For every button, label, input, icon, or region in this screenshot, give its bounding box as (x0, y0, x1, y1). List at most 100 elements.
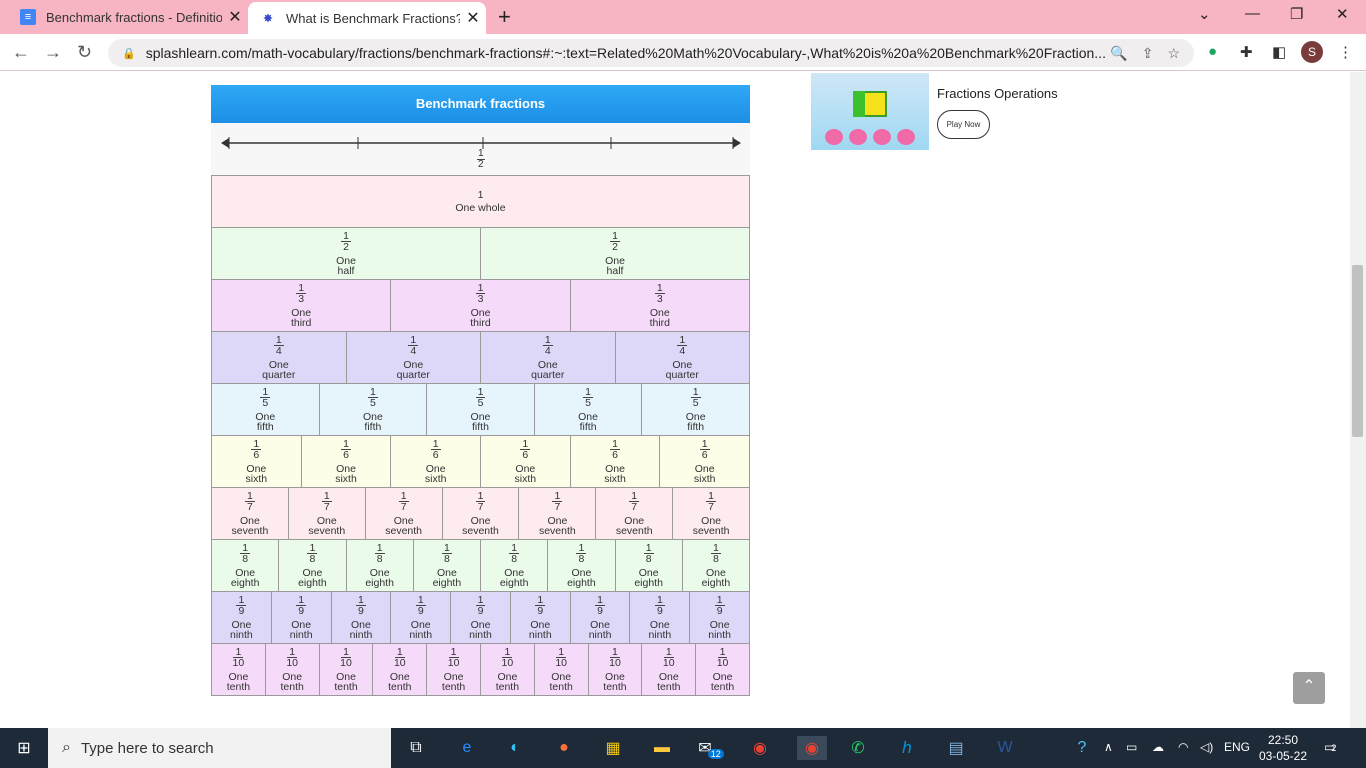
onedrive-icon[interactable]: ☁ (1152, 740, 1164, 754)
fraction-name: sixth (514, 473, 537, 485)
fraction-cell: 1 9 One ninth (690, 592, 749, 643)
word-icon[interactable]: W (993, 736, 1017, 760)
mail-icon[interactable]: ✉ 12 (698, 736, 724, 760)
fraction-cell: 1 6 One sixth (660, 436, 749, 487)
avatar[interactable]: S (1301, 41, 1323, 63)
fraction-label: 18 (374, 543, 385, 565)
splashlearn-icon: ✸ (263, 12, 273, 25)
fraction-row: 1 6 One sixth 1 6 One sixth 1 6 One sixth 1 6 One sixth… (212, 436, 749, 488)
chrome-profile-icon[interactable]: ◉ (797, 736, 827, 760)
tab-search-icon[interactable]: ⌄ (1198, 5, 1211, 23)
reload-icon[interactable]: ↻ (77, 42, 92, 63)
fraction-label: 1 10 (502, 647, 514, 669)
fraction-denominator: 9 (656, 605, 663, 617)
fraction-name: tenth (334, 681, 358, 693)
fraction-denominator: 7 (708, 501, 714, 513)
fraction-cell: 1 5 One fifth (642, 384, 749, 435)
fraction-cell: 1 4 One quarter (616, 332, 750, 383)
lock-icon[interactable]: 🔒 (122, 47, 136, 60)
file-explorer-icon[interactable]: ▬ (650, 736, 674, 760)
scrollbar-thumb[interactable] (1352, 265, 1363, 437)
extensions-icon[interactable]: ✚ (1240, 43, 1253, 61)
tab-splashlearn[interactable]: ✸ What is Benchmark Fractions? - D ✕ (248, 2, 486, 34)
fraction-label: 17 (321, 491, 332, 513)
url-text[interactable]: splashlearn.com/math-vocabulary/fraction… (146, 45, 1111, 61)
forward-icon[interactable]: → (44, 42, 62, 63)
fraction-cell: 1 8 One eighth (616, 540, 683, 591)
half-label: 1 2 (477, 149, 485, 170)
minimize-button[interactable]: — (1245, 5, 1260, 22)
tab-benchmark-doc[interactable]: ≡ Benchmark fractions - Definition ✕ (8, 0, 248, 34)
new-tab-button[interactable]: + (498, 4, 511, 30)
help-icon[interactable]: ? (1070, 736, 1094, 760)
fraction-denominator: 7 (400, 501, 407, 513)
volume-icon[interactable]: ◁) (1200, 740, 1213, 754)
language-indicator[interactable]: ENG (1224, 740, 1250, 754)
fraction-denominator: 5 (477, 397, 484, 409)
fraction-label: 18 (441, 543, 452, 565)
edge-icon[interactable]: ◐ (503, 736, 527, 760)
clock[interactable]: 22:50 03-05-22 (1258, 732, 1308, 764)
fraction-label: 1 10 (555, 647, 567, 669)
search-icon[interactable]: 🔍 (1110, 45, 1127, 62)
internet-explorer-icon[interactable]: e (455, 736, 479, 760)
side-panel-icon[interactable]: ◧ (1272, 43, 1286, 61)
wifi-icon[interactable]: ◠ (1178, 740, 1188, 754)
back-icon[interactable]: ← (12, 42, 30, 63)
close-tab-icon[interactable]: ✕ (460, 8, 486, 28)
fraction-name: ninth (528, 629, 552, 641)
fraction-label: 18 (710, 543, 721, 565)
fraction-cell: 1 2 One half (212, 228, 481, 279)
grammarly-icon[interactable]: ● (1208, 43, 1217, 60)
fraction-denominator: 9 (477, 605, 484, 617)
chrome-icon[interactable]: ◉ (748, 736, 772, 760)
hp-icon[interactable]: ℎ (895, 736, 919, 760)
fraction-cell: 1 7 One seventh (596, 488, 674, 539)
firefox-icon[interactable]: ● (552, 736, 576, 760)
fraction-row: 1 3 One third 1 3 One third 1 3 One third (212, 280, 749, 332)
fraction-cell: 1 10 One tenth (266, 644, 320, 695)
scroll-to-top-button[interactable]: ⌃ (1293, 672, 1325, 704)
notifications-icon[interactable]: ▭2 (1324, 740, 1336, 754)
whatsapp-icon[interactable]: ✆ (846, 736, 870, 760)
fraction-name: tenth (226, 681, 251, 693)
fraction-name: eighth (365, 577, 394, 589)
fraction-cell: 1 10 One tenth (481, 644, 535, 695)
game-title[interactable]: Fractions Operations (937, 86, 1058, 101)
menu-icon[interactable]: ⋮ (1338, 43, 1353, 61)
close-window-button[interactable]: ✕ (1336, 5, 1349, 23)
fraction-denominator: 2 (343, 241, 349, 253)
address-bar[interactable]: 🔒 splashlearn.com/math-vocabulary/fracti… (108, 39, 1194, 67)
game-thumbnail[interactable] (811, 73, 929, 150)
fraction-cell: 1 One whole (212, 176, 749, 227)
fraction-cell: 1 5 One fifth (535, 384, 643, 435)
fraction-cell: 1 10 One tenth (320, 644, 374, 695)
figure-title: Benchmark fractions (211, 85, 750, 123)
taskbar-search[interactable]: ⌕ Type here to search (48, 728, 391, 768)
bubble-icon (825, 129, 843, 145)
fraction-name: eighth (432, 577, 462, 589)
fraction-denominator: 4 (544, 345, 551, 357)
task-view-icon[interactable]: ⧉ (404, 736, 428, 760)
fraction-name: seventh (385, 525, 423, 537)
tab-title: Benchmark fractions - Definition (46, 9, 222, 25)
system-app-icon[interactable]: ▤ (944, 736, 968, 760)
fraction-row: 1 5 One fifth 1 5 One fifth 1 5 One fifth 1 5 One fifth… (212, 384, 749, 436)
fraction-denominator: 2 (612, 241, 618, 253)
chevron-up-icon[interactable]: ∧ (1104, 740, 1113, 754)
store-icon[interactable]: ▦ (601, 736, 625, 760)
fraction-cell: 1 8 One eighth (683, 540, 749, 591)
fraction-cell: 1 5 One fifth (212, 384, 320, 435)
share-icon[interactable]: ⇪ (1142, 45, 1154, 62)
restore-button[interactable]: ❐ (1290, 5, 1303, 23)
fraction-cell: 1 9 One ninth (212, 592, 272, 643)
bubble-icon (849, 129, 867, 145)
fraction-denominator: 6 (432, 449, 439, 461)
play-now-button[interactable]: Play Now (937, 110, 990, 139)
fraction-name: quarter (262, 369, 296, 381)
bookmark-star-icon[interactable]: ☆ (1167, 45, 1180, 62)
close-tab-icon[interactable]: ✕ (222, 7, 248, 27)
windows-start-icon[interactable]: ⊞ (12, 736, 36, 760)
battery-icon[interactable]: ▭ (1126, 740, 1137, 754)
google-docs-icon: ≡ (20, 9, 36, 25)
